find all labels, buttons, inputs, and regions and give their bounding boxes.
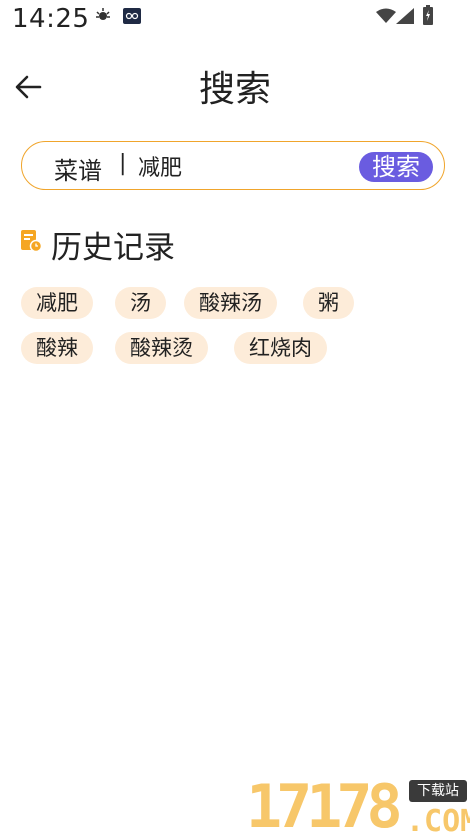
search-category-label[interactable]: 菜谱 [54,151,102,186]
watermark-suffix: .COM [406,804,470,836]
watermark-badge: 下载站 [409,780,467,802]
history-chip[interactable]: 酸辣 [21,332,93,364]
history-title: 历史记录 [51,230,175,266]
search-input[interactable] [138,151,348,181]
search-button[interactable]: 搜索 [359,152,433,182]
page-title: 搜索 [198,69,271,110]
wifi-icon [376,8,396,23]
search-screen: 14:25 搜索 菜谱 | 搜索 [0,0,470,836]
app-notification-icon [123,8,141,24]
history-chip[interactable]: 粥 [303,287,354,319]
search-divider: | [119,151,127,176]
battery-icon [423,5,433,25]
signal-icon [396,8,414,24]
history-chip[interactable]: 红烧肉 [234,332,327,364]
history-chip[interactable]: 酸辣烫 [115,332,208,364]
watermark-logo: 17178 下载站 .COM [246,772,470,836]
gear-icon [96,8,110,20]
watermark-digits: 17178 [246,772,403,836]
history-doc-icon [21,230,42,252]
history-chip[interactable]: 酸辣汤 [184,287,277,319]
search-bar: 菜谱 | 搜索 [21,141,445,190]
status-time: 14:25 [12,4,90,34]
history-chip[interactable]: 汤 [115,287,166,319]
status-bar: 14:25 [0,0,470,40]
history-chip[interactable]: 减肥 [21,287,93,319]
